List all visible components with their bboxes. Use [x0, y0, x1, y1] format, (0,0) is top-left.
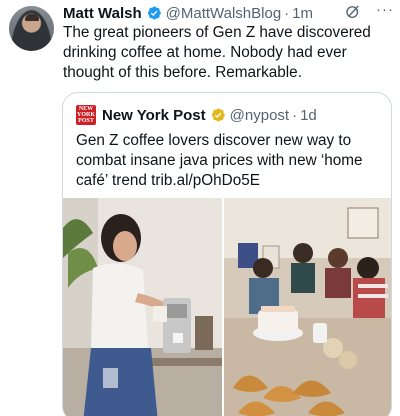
quoted-separator-dot: · — [292, 106, 298, 124]
grok-icon[interactable] — [344, 3, 362, 21]
quoted-tweet-time[interactable]: 1d — [300, 107, 317, 124]
quoted-author-name[interactable]: New York Post — [102, 107, 206, 124]
author-avatar[interactable] — [9, 6, 54, 51]
verified-gold-badge-icon — [211, 108, 225, 122]
quoted-tweet-image[interactable] — [63, 198, 392, 416]
author-name[interactable]: Matt Walsh — [63, 5, 142, 22]
verified-badge-icon — [147, 6, 161, 20]
separator-dot: · — [284, 4, 290, 22]
quoted-tweet-card[interactable]: NEW YORK POST New York Post @nypost · 1d… — [62, 92, 392, 416]
tweet-time[interactable]: 1m — [292, 5, 313, 22]
quoted-tweet-header: NEW YORK POST New York Post @nypost · 1d — [76, 105, 317, 125]
quoted-author-handle[interactable]: @nypost — [230, 107, 289, 124]
author-handle[interactable]: @MattWalshBlog — [166, 5, 282, 22]
tweet-header: Matt Walsh @MattWalshBlog · 1m — [63, 4, 392, 22]
nypost-logo-icon[interactable]: NEW YORK POST — [76, 105, 96, 125]
quoted-tweet-text: Gen Z coffee lovers discover new way to … — [76, 132, 363, 189]
more-options-icon[interactable]: ··· — [376, 2, 394, 21]
tweet-text: The great pioneers of Gen Z have discove… — [63, 24, 371, 81]
